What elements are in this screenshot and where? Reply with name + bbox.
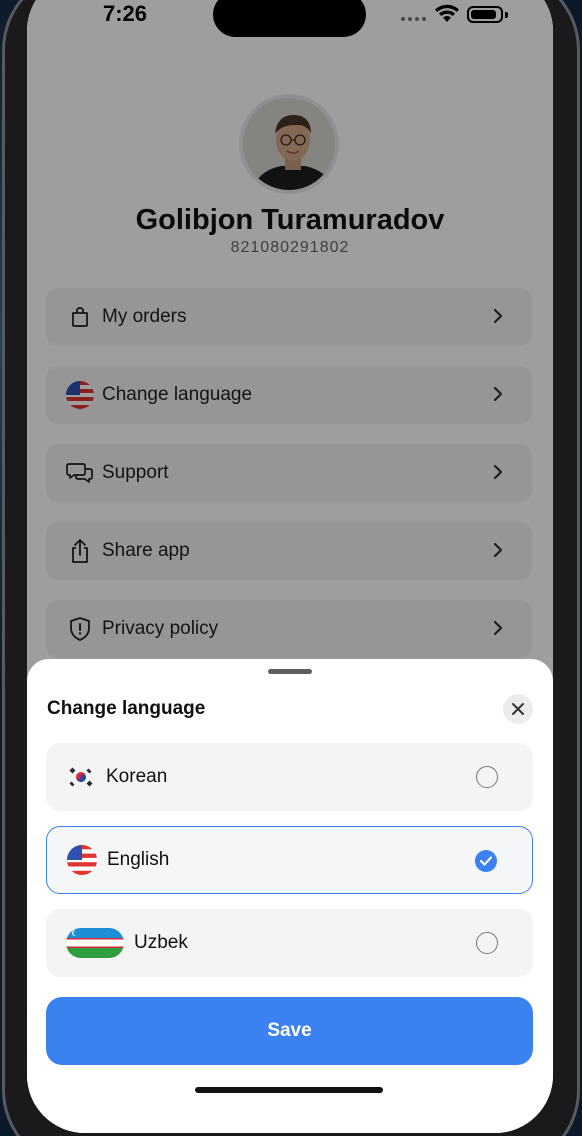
- radio-unchecked[interactable]: [476, 932, 498, 954]
- language-option-uzbek[interactable]: Uzbek: [46, 909, 533, 977]
- save-button[interactable]: Save: [46, 997, 533, 1065]
- home-indicator: [195, 1087, 383, 1093]
- language-label: Korean: [106, 766, 168, 787]
- checkmark-icon: [479, 856, 493, 866]
- language-option-korean[interactable]: Korean: [46, 743, 533, 811]
- sheet-title: Change language: [47, 698, 206, 719]
- phone-screen: 7:26 Golibjon Turamuradov 821080291802 M…: [27, 0, 553, 1133]
- change-language-sheet: Change language Korean English Uzbek Sav…: [27, 659, 553, 1133]
- language-label: English: [107, 849, 170, 870]
- uzbekistan-flag-icon: [66, 928, 124, 958]
- phone-frame: 7:26 Golibjon Turamuradov 821080291802 M…: [2, 0, 580, 1136]
- radio-unchecked[interactable]: [476, 766, 498, 788]
- us-flag-icon: [67, 845, 97, 875]
- korea-flag-icon: [66, 762, 96, 792]
- close-button[interactable]: [503, 694, 533, 724]
- close-icon: [512, 703, 524, 715]
- language-option-english[interactable]: English: [46, 826, 533, 894]
- radio-checked[interactable]: [475, 850, 497, 872]
- sheet-grabber[interactable]: [268, 669, 312, 674]
- language-label: Uzbek: [134, 932, 188, 953]
